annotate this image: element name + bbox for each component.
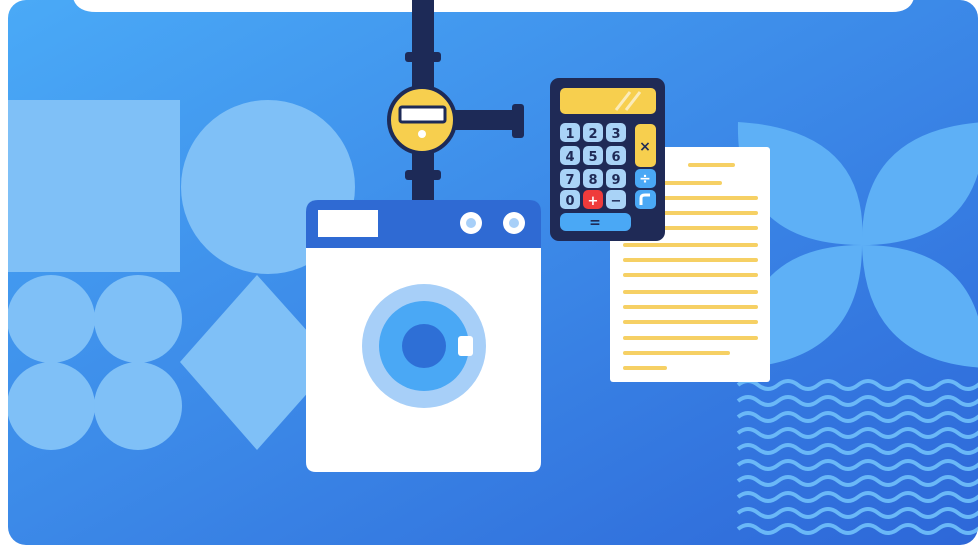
calculator-key-label: ÷ bbox=[639, 171, 651, 187]
calculator-key-label: 6 bbox=[611, 150, 620, 165]
calculator-key-label: 9 bbox=[611, 173, 620, 188]
decor-small-circle bbox=[8, 275, 95, 363]
calculator-key-label: = bbox=[589, 215, 601, 231]
washing-machine-icon bbox=[306, 200, 541, 472]
calculator-key-label: 4 bbox=[565, 150, 574, 165]
illustration-canvas: 1 2 3 4 5 6 7 8 9 0 + − × ÷ = bbox=[8, 0, 978, 545]
decor-small-circle bbox=[8, 362, 95, 450]
calculator-icon: 1 2 3 4 5 6 7 8 9 0 + − × ÷ = bbox=[550, 78, 665, 241]
calculator-key-label: 8 bbox=[588, 173, 597, 188]
calculator-key-label: 0 bbox=[565, 194, 574, 209]
decor-square bbox=[8, 100, 180, 272]
decor-small-circle bbox=[94, 362, 182, 450]
calculator-key-label: 3 bbox=[611, 127, 620, 142]
calculator-key bbox=[635, 190, 656, 209]
washer-display bbox=[318, 210, 378, 237]
calculator-key-label: 1 bbox=[565, 127, 574, 142]
decor-small-circle bbox=[94, 275, 182, 363]
top-banner-edge bbox=[72, 0, 915, 12]
water-meter-icon bbox=[387, 85, 457, 155]
calculator-key-label: 5 bbox=[588, 150, 597, 165]
calculator-screen bbox=[560, 88, 656, 114]
calculator-key-label: 7 bbox=[565, 173, 574, 188]
illustration-scene: 1 2 3 4 5 6 7 8 9 0 + − × ÷ = bbox=[0, 0, 978, 547]
calculator-key-label: + bbox=[588, 194, 599, 209]
calculator-key-label: × bbox=[639, 139, 651, 155]
calculator-key-label: − bbox=[611, 194, 622, 209]
background-panel: 1 2 3 4 5 6 7 8 9 0 + − × ÷ = bbox=[8, 0, 978, 545]
calculator-key-label: 2 bbox=[588, 127, 597, 142]
